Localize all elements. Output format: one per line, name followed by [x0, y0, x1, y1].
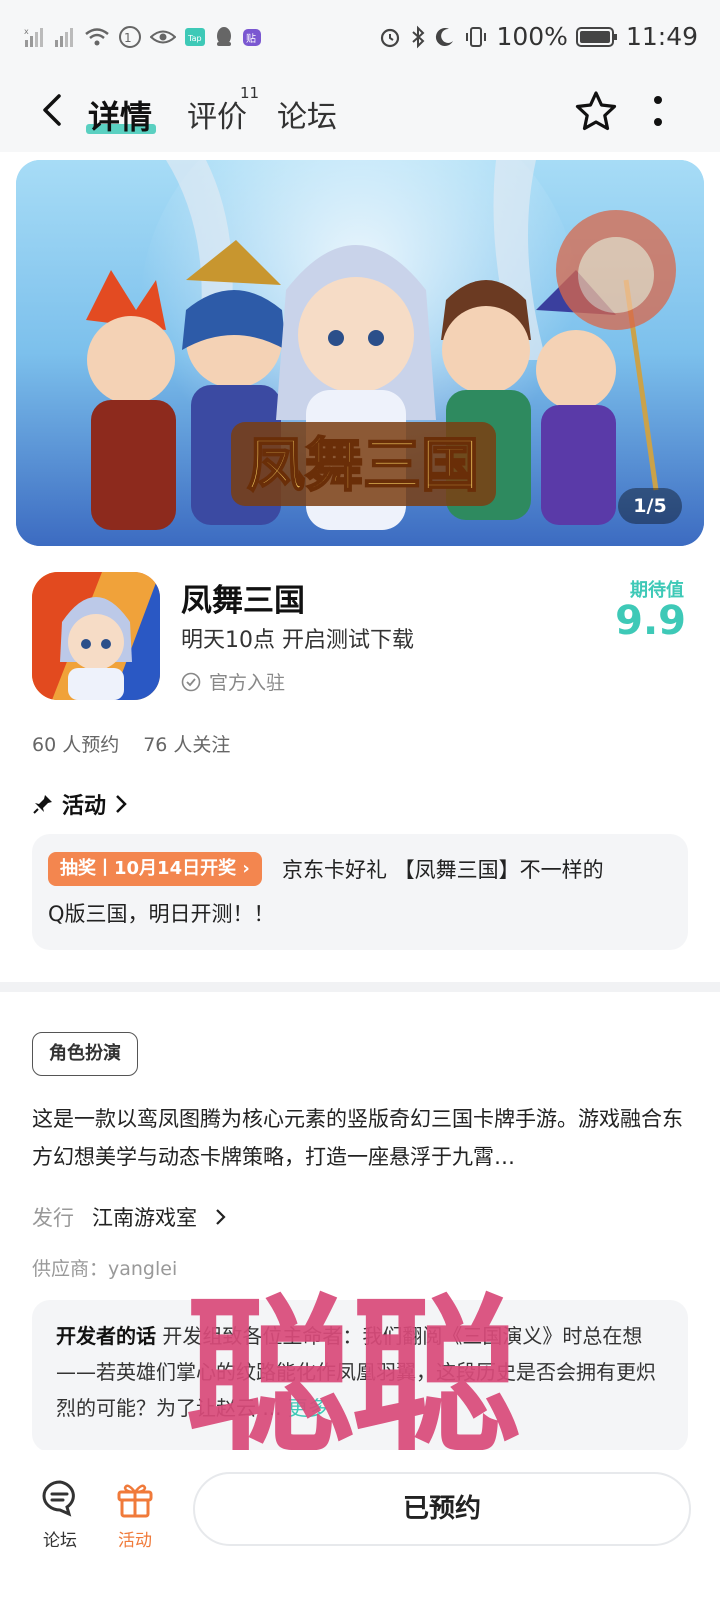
activity-card[interactable]: 抽奖丨10月14日开奖 › 京东卡好礼 【凤舞三国】不一样的 Q版三国，明日开测…	[32, 834, 688, 950]
banner-logo-text: 凤舞三国	[247, 431, 479, 499]
stats-row: 60 人预约 76 人关注	[32, 730, 230, 757]
bottom-forum-button[interactable]: 论坛	[30, 1478, 90, 1551]
app-release-note: 明天10点 开启测试下载	[181, 628, 414, 653]
forum-chat-icon	[42, 1480, 75, 1517]
chevron-right-icon: ›	[242, 858, 250, 879]
app-icon	[32, 572, 160, 700]
more-options-icon[interactable]	[652, 94, 664, 128]
hero-banner[interactable]: 凤舞三国 1/5	[16, 160, 704, 546]
official-label: 官方入驻	[209, 672, 286, 694]
status-bar: x 1 Tap 贴 100% 11:49	[0, 0, 720, 72]
battery-percent: 100%	[496, 22, 568, 51]
reservation-count: 60 人预约	[32, 734, 120, 756]
tab-forum[interactable]: 论坛	[277, 92, 337, 136]
section-divider	[0, 982, 720, 992]
lottery-tag[interactable]: 抽奖丨10月14日开奖 ›	[48, 852, 262, 886]
banner-artwork: 凤舞三国	[16, 160, 704, 546]
tab-reviews[interactable]: 评价	[187, 92, 247, 136]
status-right: 100% 11:49	[378, 22, 698, 51]
bottom-action-bar: 论坛 活动 已预约	[0, 1450, 720, 1600]
bottom-activity-label: 活动	[118, 1531, 152, 1551]
developer-note-title: 开发者的话	[56, 1324, 156, 1348]
alarm-icon	[381, 28, 400, 47]
chevron-right-icon	[116, 795, 127, 813]
taptap-icon: Tap	[185, 28, 205, 46]
app-name: 凤舞三国	[181, 583, 305, 619]
verified-check-icon	[181, 672, 201, 691]
status-left-icons: x 1 Tap 贴	[24, 24, 262, 50]
signal-icon: x	[24, 27, 43, 47]
official-badge: 官方入驻	[181, 668, 285, 695]
bottom-forum-label: 论坛	[43, 1531, 77, 1551]
svg-text:x: x	[24, 27, 29, 36]
publisher-name: 江南游戏室	[92, 1206, 197, 1230]
signal-icon	[55, 28, 73, 47]
banner-page-counter: 1/5	[618, 488, 682, 524]
svg-text:Tap: Tap	[187, 34, 202, 43]
genre-tag[interactable]: 角色扮演	[32, 1032, 138, 1076]
moon-icon	[436, 27, 454, 46]
favorite-star-icon[interactable]	[573, 89, 619, 135]
battery-icon	[575, 26, 617, 47]
chevron-right-icon	[216, 1209, 226, 1225]
publisher-row[interactable]: 发行 江南游戏室	[32, 1202, 227, 1232]
pin-icon	[33, 795, 52, 814]
activity-text-line2: Q版三国，明日开测！！	[48, 902, 275, 926]
publisher-label: 发行	[32, 1206, 74, 1230]
qq-icon	[217, 27, 231, 46]
vibrate-icon	[466, 26, 487, 47]
banner-logo: 凤舞三国	[231, 422, 496, 506]
svg-text:1: 1	[124, 31, 132, 45]
game-description[interactable]: 这是一款以鸾凤图腾为核心元素的竖版奇幻三国卡牌手游。游戏融合东方幻想美学与动态卡…	[32, 1100, 688, 1176]
clock: 11:49	[625, 22, 698, 51]
top-nav: 详情 评价 11 论坛	[0, 72, 720, 152]
nfc-icon: 1	[119, 26, 141, 48]
reserved-button[interactable]: 已预约	[193, 1472, 691, 1546]
character-lion	[556, 210, 676, 330]
supplier-info: 供应商：yanglei	[32, 1258, 178, 1280]
bottom-activity-button[interactable]: 活动	[105, 1478, 165, 1551]
wifi-icon	[85, 28, 109, 46]
svg-text:贴: 贴	[246, 32, 256, 45]
bluetooth-icon	[412, 25, 425, 48]
follower-count: 76 人关注	[143, 734, 231, 756]
reviews-count-badge: 11	[240, 84, 260, 102]
tieba-icon: 贴	[243, 29, 261, 46]
eye-icon	[150, 30, 176, 44]
activity-title: 活动	[62, 794, 107, 819]
expectation-score: 9.9	[615, 598, 686, 644]
activity-text-line1: 京东卡好礼 【凤舞三国】不一样的	[282, 858, 604, 882]
tab-details[interactable]: 详情	[88, 92, 152, 138]
gift-icon	[117, 1484, 153, 1518]
lottery-tag-label: 抽奖丨10月14日开奖	[60, 858, 237, 879]
back-icon[interactable]	[34, 90, 74, 130]
activity-header[interactable]: 活动	[32, 788, 128, 820]
